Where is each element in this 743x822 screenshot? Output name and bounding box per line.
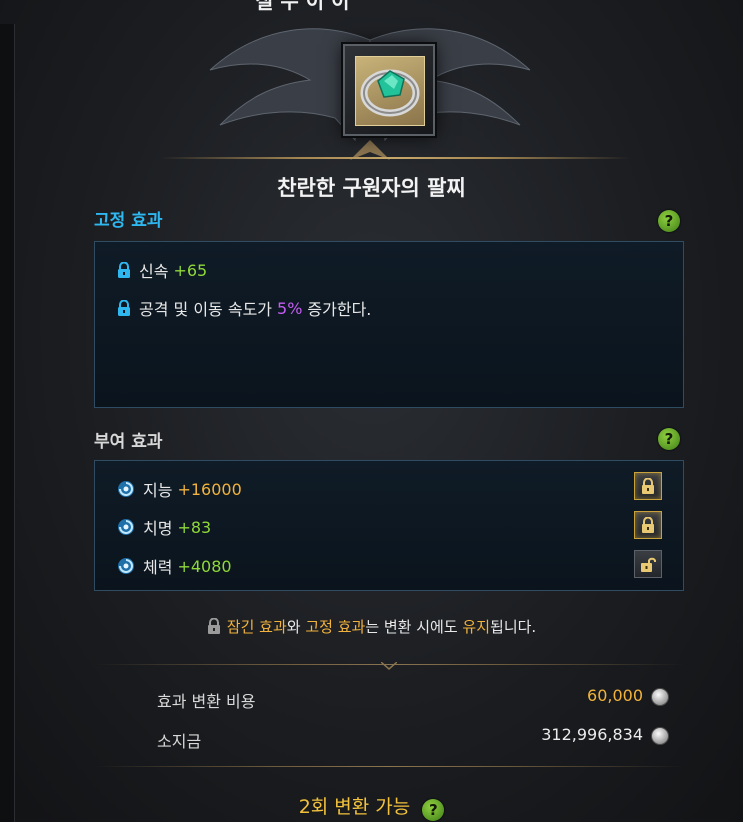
granted-effect-row: 치명 +83 [117, 515, 211, 539]
fixed-effect-row: 신속 +65 [117, 258, 207, 282]
granted-effect-name: 치명 [143, 519, 173, 538]
granted-effects-panel: 지능 +16000 치명 +83 체력 +4080 [94, 460, 684, 591]
granted-effect-name: 체력 [143, 558, 173, 577]
item-slot-frame[interactable] [343, 44, 435, 136]
granted-effect-value: +16000 [177, 479, 242, 499]
conversion-help-icon[interactable]: ? [422, 799, 445, 821]
conversion-cost-label: 효과 변환 비용 [157, 692, 256, 711]
granted-effect-value: +4080 [177, 556, 232, 576]
granted-effect-value: +83 [177, 517, 212, 537]
conversion-count-text: 2회 변환 가능 [298, 796, 411, 818]
granted-effect-name: 지능 [143, 481, 173, 500]
item-icon-slot [355, 56, 425, 126]
notice-text: 와 [286, 618, 306, 636]
silver-coin-icon [651, 727, 669, 745]
lock-toggle-button[interactable] [634, 550, 662, 578]
lock-open-icon [641, 557, 656, 572]
conversion-cost-value: 60,000 [587, 686, 643, 705]
notice-retain: 유지 [462, 618, 491, 636]
granted-effect-row: 지능 +16000 [117, 477, 242, 501]
lock-closed-icon [642, 517, 654, 533]
lock-icon [118, 262, 130, 278]
divider-ornament [381, 662, 397, 670]
fixed-effects-title: 고정 효과 [94, 211, 163, 231]
fixed-effects-help-icon[interactable]: ? [658, 210, 680, 232]
swirl-icon [118, 558, 134, 574]
lock-toggle-button[interactable] [634, 472, 662, 500]
conversion-count: 2회 변환 가능 ? [0, 792, 743, 821]
lock-notice: 잠긴 효과와 고정 효과는 변환 시에도 유지됩니다. [0, 616, 743, 637]
swirl-icon [118, 519, 134, 535]
fixed-effect-value: +65 [173, 260, 208, 280]
fixed-effect-text-end: 증가한다. [307, 300, 372, 319]
lock-gray-icon [207, 617, 220, 634]
fixed-effect-highlight: 5% [277, 298, 303, 318]
title-divider [160, 157, 630, 159]
gold-held-value: 312,996,834 [541, 725, 643, 744]
notice-text: 는 변환 시에도 [365, 618, 463, 636]
granted-effect-row: 체력 +4080 [117, 554, 232, 578]
lock-icon [118, 300, 130, 316]
gold-held-label: 소지금 [157, 732, 202, 751]
fixed-effects-panel: 신속 +65 공격 및 이동 속도가 5% 증가한다. [94, 241, 684, 408]
partial-header-title: 칠 수 이 이 [255, 0, 350, 12]
granted-effects-help-icon[interactable]: ? [658, 428, 680, 450]
item-name: 찬란한 구원자의 팔찌 [277, 176, 466, 200]
lock-toggle-button[interactable] [634, 511, 662, 539]
cost-divider-bottom [94, 766, 684, 767]
notice-locked-effects: 잠긴 효과 [226, 618, 287, 636]
notice-fixed-effects: 고정 효과 [305, 618, 366, 636]
left-panel-edge [0, 24, 15, 822]
bracelet-icon [360, 69, 420, 117]
notice-text: 됩니다. [490, 618, 537, 636]
fixed-effect-text: 공격 및 이동 속도가 [139, 300, 273, 319]
granted-effects-title: 부여 효과 [94, 432, 163, 452]
fixed-effect-name: 신속 [139, 262, 169, 281]
silver-coin-icon [651, 688, 669, 706]
lock-closed-icon [642, 478, 654, 494]
fixed-effect-row: 공격 및 이동 속도가 5% 증가한다. [117, 296, 371, 320]
swirl-icon [118, 481, 134, 497]
